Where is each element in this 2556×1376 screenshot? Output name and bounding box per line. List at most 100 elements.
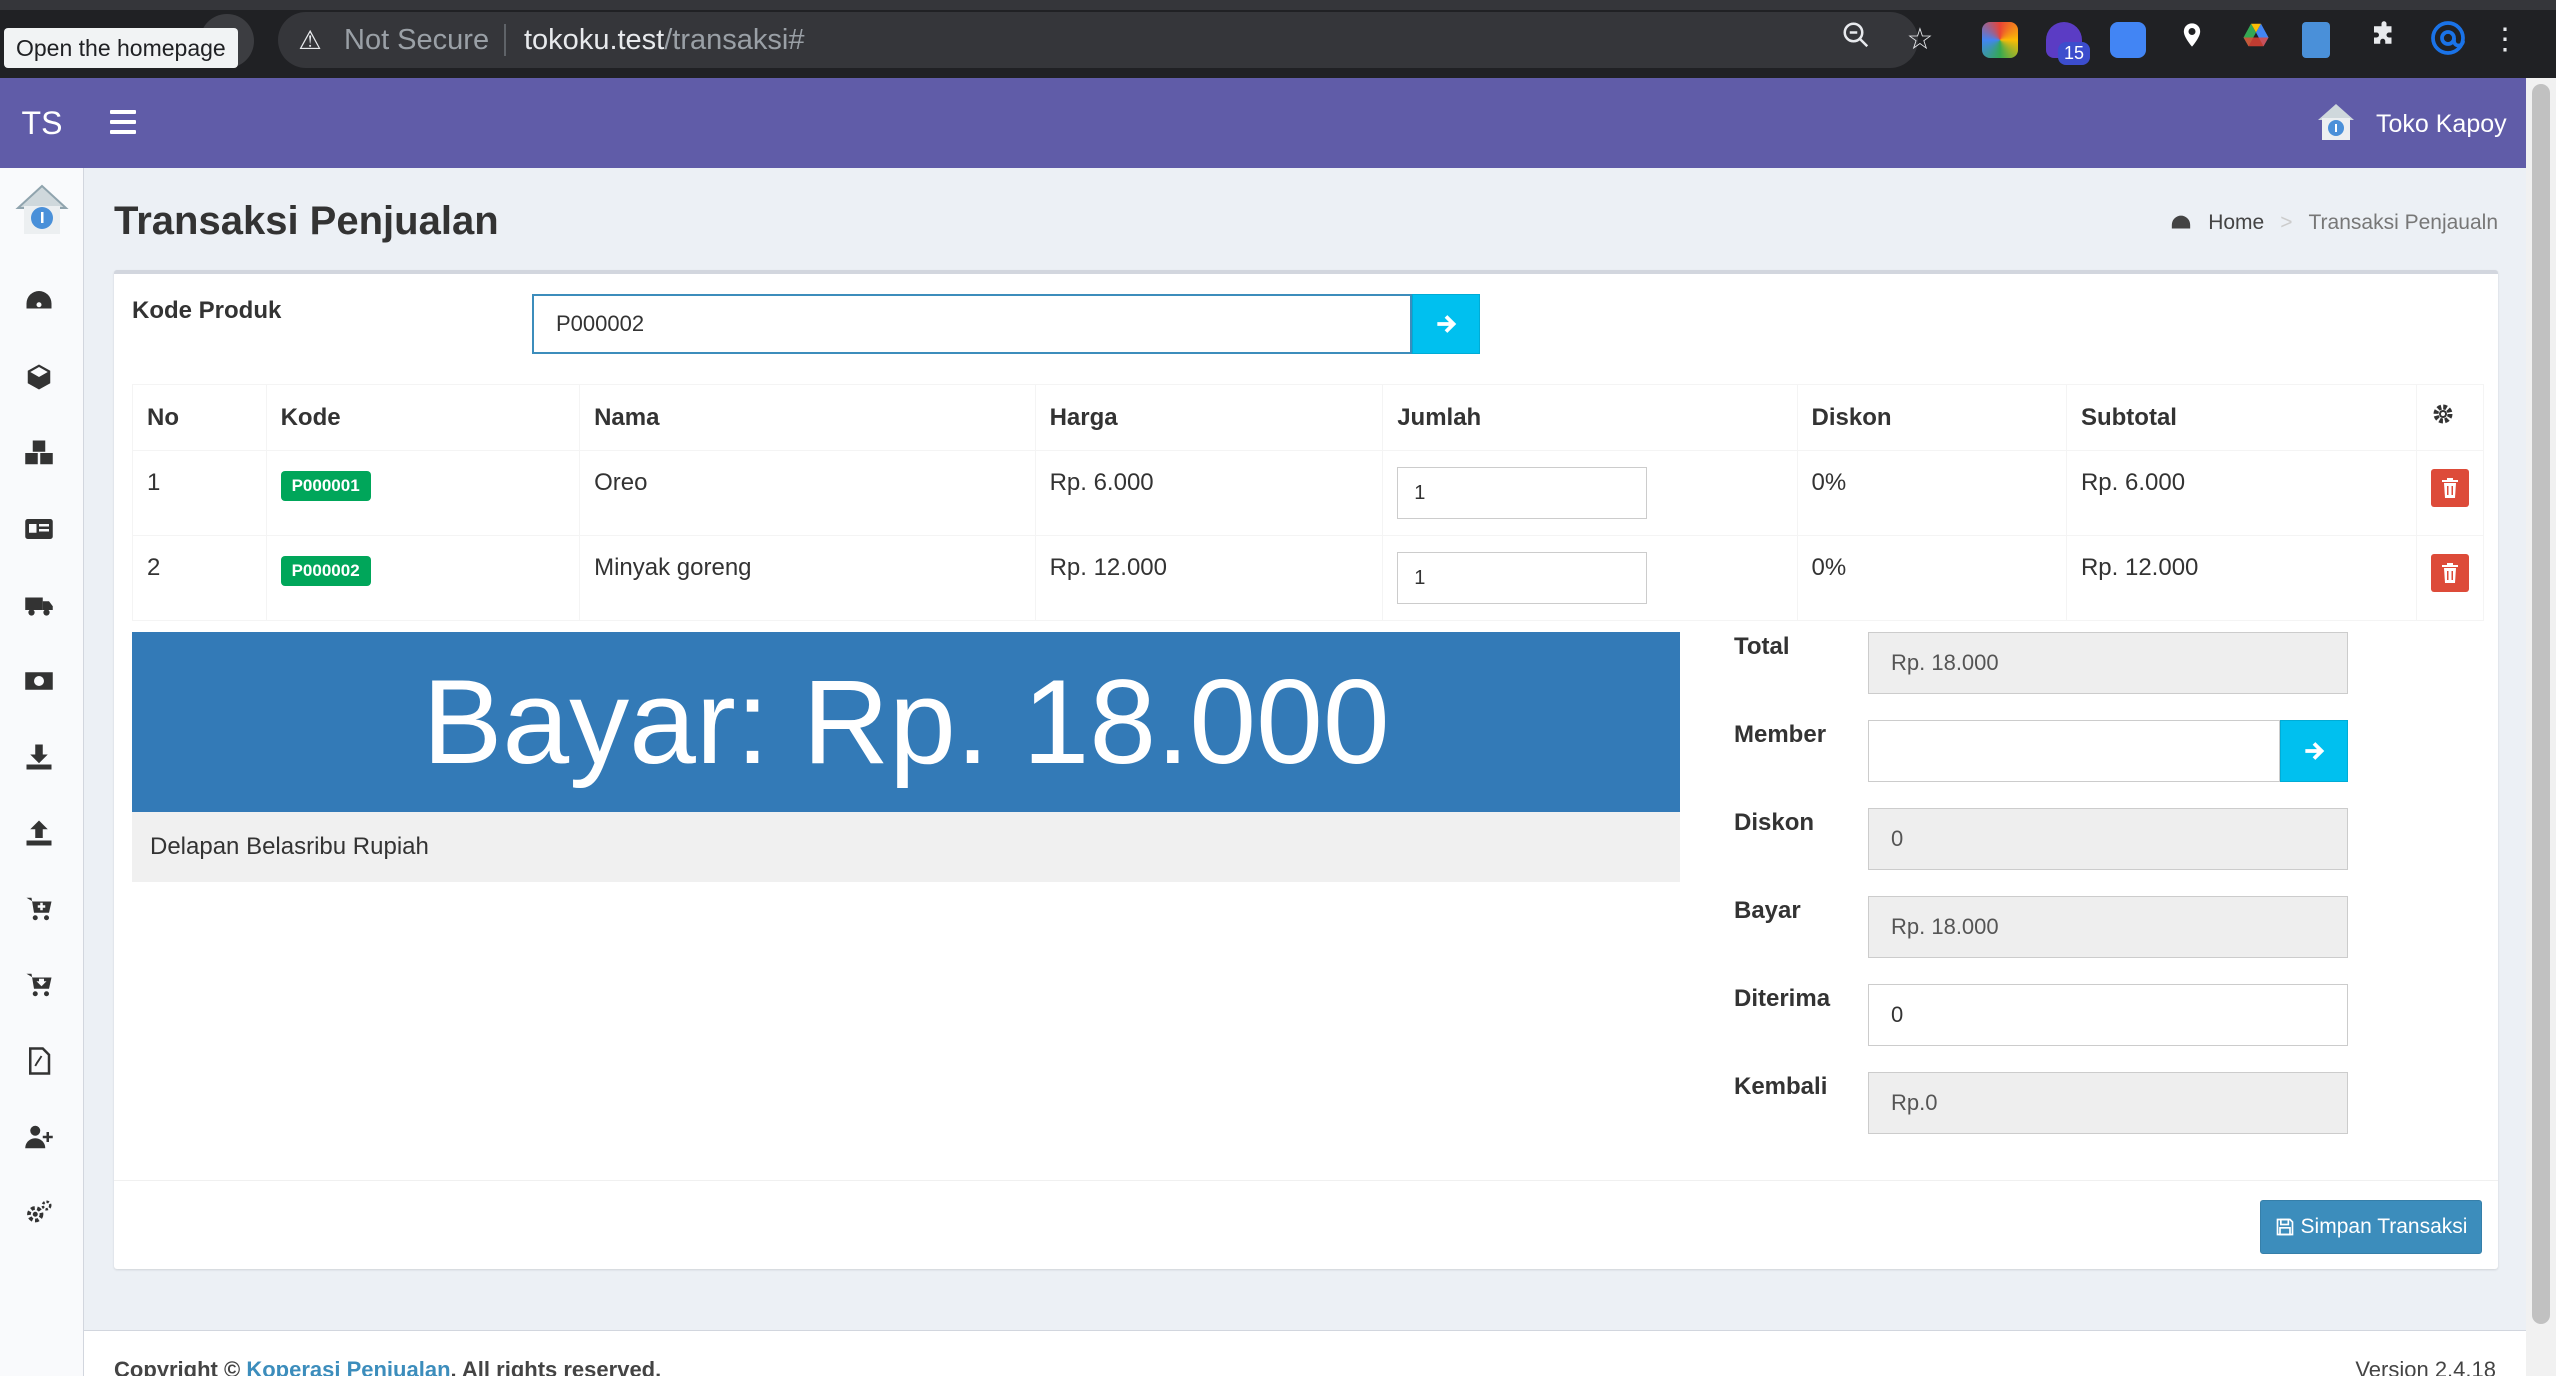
download-icon[interactable] <box>24 742 60 778</box>
tab-strip <box>0 0 2556 10</box>
browser-menu-icon[interactable]: ⋮ <box>2490 20 2520 60</box>
dashboard-icon <box>2172 215 2191 229</box>
cart-plus-icon[interactable] <box>24 894 60 930</box>
kode-badge: P000001 <box>280 471 371 501</box>
url-host: tokoku.test <box>524 24 665 56</box>
cell-jumlah: 1 <box>1382 535 1798 621</box>
cell-no: 1 <box>132 450 267 536</box>
col-header-actions <box>2416 384 2484 451</box>
url-text[interactable]: tokoku.test/transaksi# <box>524 20 804 60</box>
kode-badge: P000002 <box>280 556 371 586</box>
breadcrumb-home[interactable]: Home <box>2208 208 2264 238</box>
cogs-icon[interactable] <box>24 1198 60 1234</box>
col-header-kode: Kode <box>265 384 581 451</box>
version-text: Version 2.4.18 <box>2355 1357 2496 1376</box>
cell-nama: Minyak goreng <box>579 535 1036 621</box>
diskon-label: Diskon <box>1734 809 1815 836</box>
upload-icon[interactable] <box>24 818 60 854</box>
url-path: /transaksi# <box>664 24 805 56</box>
profile-icon[interactable] <box>2428 20 2468 60</box>
security-label[interactable]: Not Secure <box>344 20 489 60</box>
kode-produk-input[interactable]: P000002 <box>532 294 1412 354</box>
diskon-field[interactable]: 0 <box>1868 808 2348 870</box>
table-row: 1 P000001 Oreo Rp. 6.000 1 0% Rp. 6.000 <box>132 450 2484 536</box>
kembali-label: Kembali <box>1734 1073 1828 1100</box>
cube-icon[interactable] <box>24 362 60 398</box>
dashboard-icon[interactable] <box>24 286 60 322</box>
money-icon[interactable] <box>24 666 60 702</box>
drive-icon[interactable] <box>2236 20 2276 60</box>
member-search-button[interactable] <box>2280 720 2348 782</box>
cubes-icon[interactable] <box>24 438 60 474</box>
quantity-input[interactable]: 1 <box>1397 552 1648 604</box>
save-transaction-button[interactable]: Simpan Transaksi <box>2260 1200 2482 1254</box>
warning-icon[interactable]: ⚠ <box>296 26 324 54</box>
sidebar-logo[interactable] <box>14 182 70 238</box>
bayar-label: Bayar <box>1734 897 1801 924</box>
translate-icon[interactable] <box>2110 22 2146 58</box>
extensions-puzzle-icon[interactable] <box>2364 20 2404 60</box>
cell-kode: P000001 <box>265 450 581 536</box>
store-name[interactable]: Toko Kapoy <box>2376 104 2507 144</box>
total-label: Total <box>1734 633 1790 660</box>
member-input[interactable] <box>1868 720 2280 782</box>
trash-icon <box>2442 563 2458 583</box>
col-header-diskon: Diskon <box>1796 384 2067 451</box>
file-pdf-icon[interactable] <box>24 1046 60 1082</box>
member-label: Member <box>1734 721 1827 748</box>
diterima-input[interactable]: 0 <box>1868 984 2348 1046</box>
extension-doc-icon[interactable] <box>2302 22 2330 58</box>
main-footer: Copyright © Koperasi Penjualan. All righ… <box>84 1330 2526 1376</box>
store-avatar[interactable] <box>2314 100 2358 144</box>
breadcrumb-separator: > <box>2280 211 2293 234</box>
truck-icon[interactable] <box>24 590 60 626</box>
page-scrollbar[interactable] <box>2526 78 2556 1376</box>
total-field[interactable]: Rp. 18.000 <box>1868 632 2348 694</box>
delete-item-button[interactable] <box>2431 469 2469 507</box>
location-pin-icon[interactable] <box>2172 20 2212 60</box>
cart-arrow-icon[interactable] <box>24 970 60 1006</box>
breadcrumb: Home > Transaksi Penjaualn <box>2170 208 2498 238</box>
bookmark-star-icon[interactable]: ☆ <box>1900 20 1940 60</box>
arrow-right-icon <box>2305 742 2325 760</box>
user-plus-icon[interactable] <box>24 1122 60 1158</box>
terbilang-text: Delapan Belasribu Rupiah <box>132 812 1680 882</box>
extension-color-icon[interactable] <box>1982 22 2018 58</box>
cell-no: 2 <box>132 535 267 621</box>
table-header-row: No Kode Nama Harga Jumlah Diskon Subtota… <box>132 384 2484 451</box>
quantity-input[interactable]: 1 <box>1397 467 1648 519</box>
bayar-display: Bayar: Rp. 18.000 <box>132 632 1680 812</box>
cell-kode: P000002 <box>265 535 581 621</box>
col-header-harga: Harga <box>1034 384 1384 451</box>
col-header-nama: Nama <box>579 384 1036 451</box>
col-header-jumlah: Jumlah <box>1382 384 1798 451</box>
trash-icon <box>2442 478 2458 498</box>
extension-badge: 15 <box>2058 42 2091 65</box>
browser-chrome: Open the homepage ⚠ Not Secure tokoku.te… <box>0 0 2556 78</box>
breadcrumb-current: Transaksi Penjaualn <box>2308 211 2499 234</box>
zoom-icon[interactable] <box>1836 20 1876 60</box>
sidebar <box>0 168 84 1376</box>
table-row: 2 P000002 Minyak goreng Rp. 12.000 1 0% … <box>132 535 2484 621</box>
scrollbar-thumb[interactable] <box>2532 84 2550 1324</box>
id-card-icon[interactable] <box>24 514 60 550</box>
cell-subtotal: Rp. 12.000 <box>2065 535 2418 621</box>
bayar-field[interactable]: Rp. 18.000 <box>1868 896 2348 958</box>
delete-item-button[interactable] <box>2431 554 2469 592</box>
save-button-label: Simpan Transaksi <box>2300 1215 2468 1238</box>
arrow-right-icon <box>1437 315 1457 333</box>
cart-table: No Kode Nama Harga Jumlah Diskon Subtota… <box>132 384 2484 621</box>
cell-diskon: 0% <box>1796 535 2067 621</box>
diterima-label: Diterima <box>1734 985 1831 1012</box>
logo-mini[interactable]: TS <box>0 78 84 168</box>
copyright-prefix: Copyright © <box>114 1357 241 1376</box>
cell-actions <box>2416 535 2484 621</box>
transaction-box: Kode Produk P000002 No Kode Nama Harga J… <box>114 270 2498 1269</box>
app-header: TS Toko Kapoy <box>0 78 2526 168</box>
sidebar-toggle-icon[interactable] <box>110 110 136 134</box>
kembali-field[interactable]: Rp.0 <box>1868 1072 2348 1134</box>
cell-subtotal: Rp. 6.000 <box>2065 450 2418 536</box>
col-header-subtotal: Subtotal <box>2065 384 2418 451</box>
add-product-button[interactable] <box>1412 294 1480 354</box>
copyright-link[interactable]: Koperasi Penjualan <box>246 1357 450 1376</box>
